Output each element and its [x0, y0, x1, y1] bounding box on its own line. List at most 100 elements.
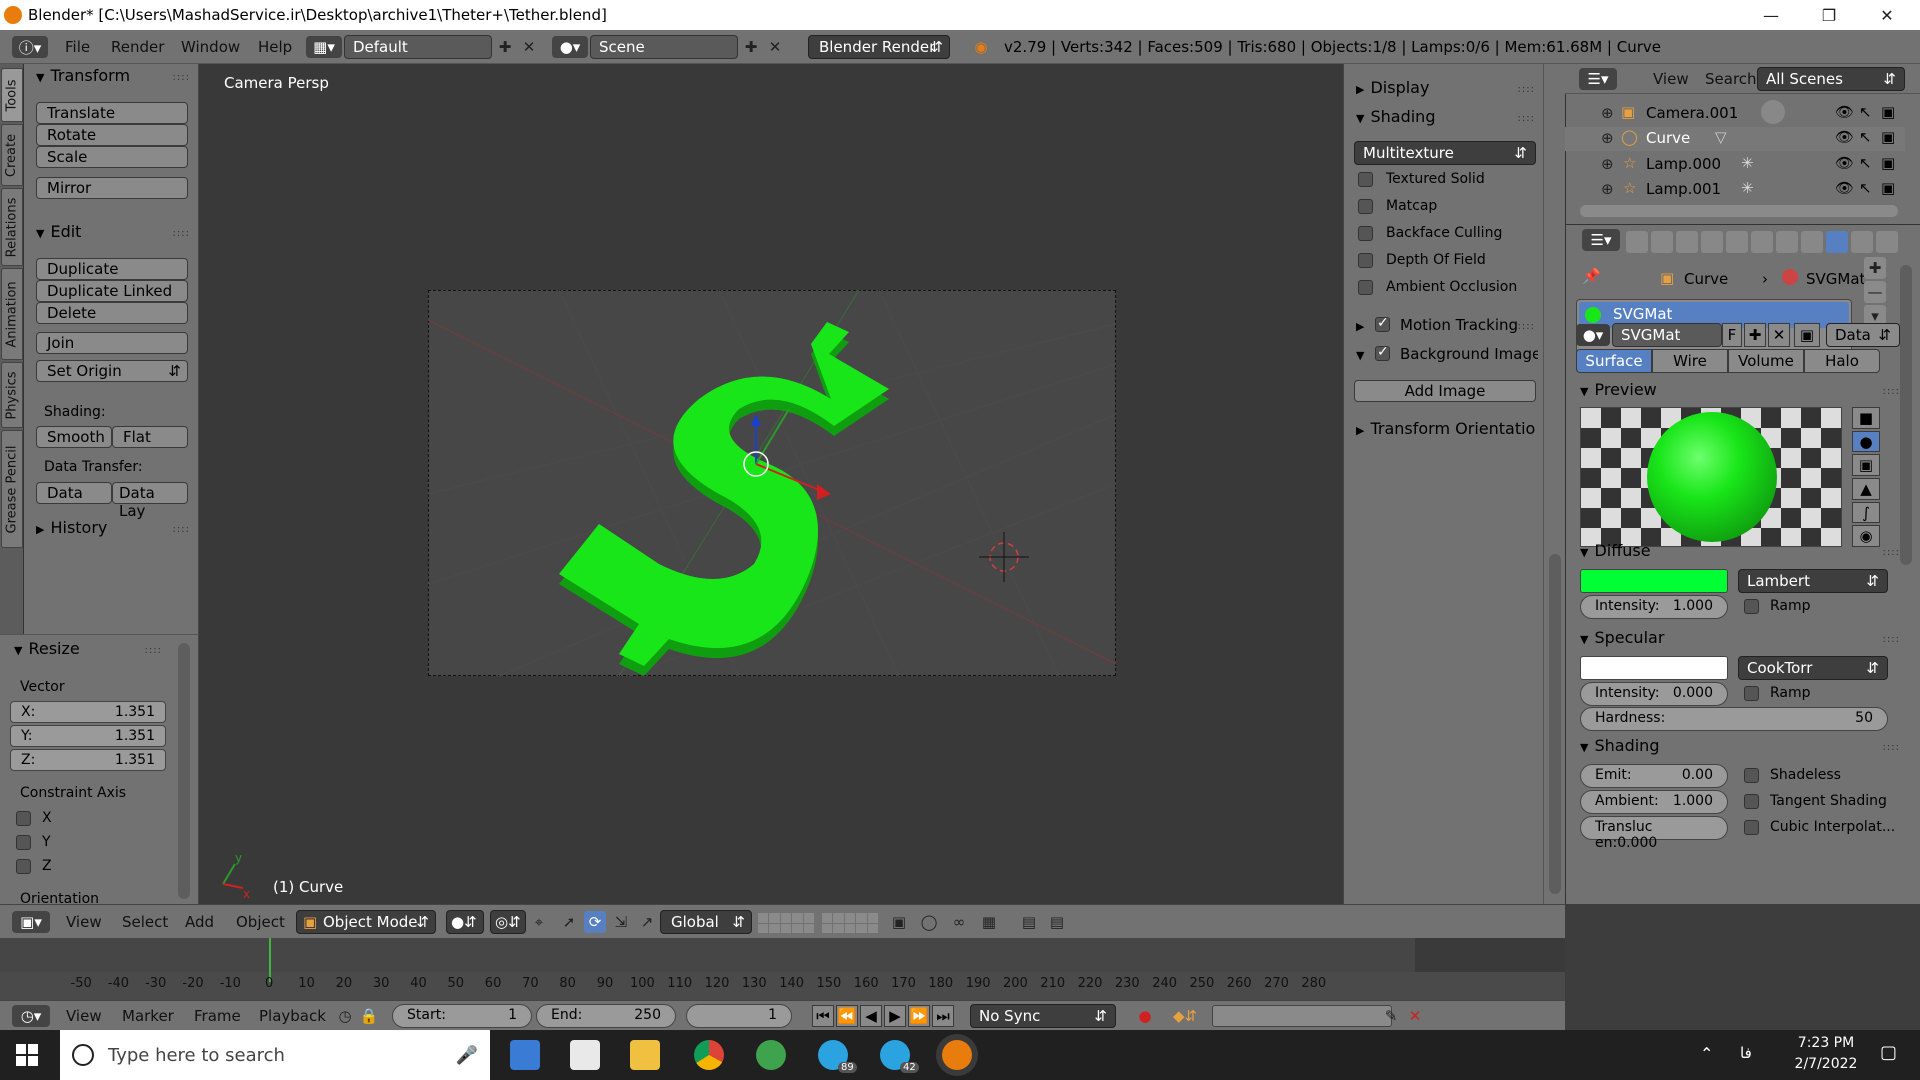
ambient-occlusion-checkbox[interactable]	[1358, 280, 1373, 295]
transform-orientations-header[interactable]: ▶ Transform Orientations	[1356, 419, 1536, 438]
preview-range-icon[interactable]: ◷	[334, 1005, 356, 1027]
minimize-button[interactable]: —	[1742, 0, 1800, 30]
properties-scrollbar[interactable]	[1900, 265, 1912, 565]
ambient-field[interactable]: Ambient: 1.000	[1580, 790, 1728, 814]
set-origin-dropdown[interactable]: Set Origin ⇵	[36, 360, 188, 382]
remove-layout-icon[interactable]: ✕	[518, 36, 540, 58]
modifiers-tab-icon[interactable]	[1776, 231, 1798, 253]
constraint-z-checkbox[interactable]	[16, 859, 31, 874]
windows-start-icon[interactable]	[16, 1044, 38, 1066]
material-link-dropdown[interactable]: Data ⇵	[1826, 323, 1900, 347]
tab-relations[interactable]: Relations	[1, 188, 23, 266]
eye-icon[interactable]: 👁	[1835, 179, 1854, 197]
outliner-editor-icon[interactable]: ☰▾	[1579, 68, 1617, 90]
menu-render[interactable]: Render	[111, 38, 164, 56]
timeline-track[interactable]	[0, 938, 1565, 972]
preview-sky-icon[interactable]: ◉	[1852, 525, 1880, 548]
drag-handle-icon[interactable]: ::::	[173, 524, 190, 535]
viewport-menu-add[interactable]: Add	[185, 913, 214, 931]
drag-handle-icon[interactable]: ::::	[173, 228, 190, 239]
scale-manipulator-icon[interactable]: ⇲	[610, 911, 632, 933]
material-tab-icon[interactable]	[1826, 231, 1848, 253]
tab-volume[interactable]: Volume	[1728, 349, 1804, 373]
close-button[interactable]: ✕	[1858, 0, 1916, 30]
texture-tab-icon[interactable]	[1851, 231, 1873, 253]
outliner-scrollbar[interactable]	[1580, 205, 1898, 217]
mirror-button[interactable]: Mirror	[36, 177, 188, 199]
cursor-select-icon[interactable]: ↖	[1859, 103, 1872, 121]
background-images-header[interactable]: ▼	[1356, 344, 1370, 363]
copy-material-icon[interactable]: ▣	[1794, 323, 1820, 347]
record-icon[interactable]: ●	[1134, 1005, 1156, 1027]
duplicate-linked-button[interactable]: Duplicate Linked	[36, 280, 188, 302]
timeline-editor-icon[interactable]: ◷▾	[12, 1005, 50, 1027]
diffuse-panel-header[interactable]: ▼ Diffuse	[1580, 541, 1651, 560]
3d-viewport[interactable]: Camera Persp x y (1) Curve	[199, 64, 1343, 904]
particles-tab-icon[interactable]	[1876, 231, 1898, 253]
render-icon[interactable]: ▣	[1881, 128, 1895, 146]
expand-plus-icon[interactable]: ⊕	[1601, 180, 1614, 198]
timeline-menu-playback[interactable]: Playback	[259, 1007, 326, 1025]
preview-monkey-icon[interactable]: ▲	[1852, 478, 1880, 500]
sync-mode-dropdown[interactable]: No Sync ⇵	[970, 1004, 1116, 1028]
menu-file[interactable]: File	[65, 38, 90, 56]
scale-button[interactable]: Scale	[36, 146, 188, 168]
layer-buttons-left[interactable]	[758, 913, 814, 933]
vector-x-field[interactable]: X: 1.351	[10, 701, 166, 723]
viewport-menu-view[interactable]: View	[66, 913, 102, 931]
manipulator-toggle-icon[interactable]: ⌖	[528, 911, 550, 933]
render-layers-tab-icon[interactable]	[1651, 231, 1673, 253]
task-view-icon[interactable]	[510, 1040, 540, 1070]
tab-create[interactable]: Create	[1, 124, 23, 186]
jump-start-icon[interactable]: ⏮	[812, 1005, 834, 1027]
material-name-field[interactable]: SVGMat	[1612, 323, 1722, 347]
transform-orientation-dropdown[interactable]: Global ⇵	[660, 910, 752, 934]
tangent-shading-checkbox[interactable]	[1744, 794, 1759, 809]
tab-physics[interactable]: Physics	[1, 362, 23, 428]
keying-set-icon[interactable]: ◆⇵	[1168, 1005, 1202, 1027]
opengl-render-icon[interactable]: ▤	[1018, 911, 1040, 933]
rotate-manipulator-icon[interactable]: ⟳	[584, 911, 606, 933]
rotate-button[interactable]: Rotate	[36, 124, 188, 146]
render-engine-dropdown[interactable]: Blender Render ⇵	[808, 35, 950, 59]
preview-plane-icon[interactable]: ■	[1852, 407, 1880, 429]
specular-intensity-field[interactable]: Intensity: 0.000	[1580, 682, 1728, 706]
expand-plus-icon[interactable]: ⊕	[1601, 104, 1614, 122]
add-slot-icon[interactable]: ✚	[1864, 257, 1886, 279]
screen-layout-icon[interactable]: ▦▾	[306, 36, 342, 58]
render-animation-icon[interactable]: ▤	[1046, 911, 1068, 933]
3d-cursor-icon[interactable]	[979, 532, 1029, 582]
end-frame-field[interactable]: End: 250	[536, 1004, 676, 1028]
eye-icon[interactable]: 👁	[1835, 128, 1854, 146]
outliner-row[interactable]: ⊕ ◯ Curve ▽ 👁 ↖ ▣	[1565, 127, 1905, 151]
matcap-checkbox[interactable]	[1358, 199, 1373, 214]
data-layout-button[interactable]: Data Lay	[112, 482, 188, 520]
lock-layers-icon[interactable]: ▣	[888, 911, 910, 933]
tab-tools[interactable]: Tools	[1, 68, 23, 122]
transform-panel-header[interactable]: ▼ Transform	[36, 66, 130, 85]
input-language[interactable]: فا	[1740, 1044, 1752, 1062]
jump-end-icon[interactable]: ⏭	[932, 1005, 954, 1027]
preview-panel-header[interactable]: ▼ Preview	[1580, 380, 1657, 399]
tab-grease-pencil[interactable]: Grease Pencil	[1, 430, 23, 548]
display-panel-header[interactable]: ▶ Display	[1356, 78, 1429, 97]
outliner-scene-dropdown[interactable]: All Scenes ⇵	[1757, 67, 1905, 91]
drag-handle-icon[interactable]: ::::	[1518, 113, 1535, 124]
motion-tracking-checkbox[interactable]	[1375, 315, 1390, 332]
drag-handle-icon[interactable]: ::::	[173, 72, 190, 83]
tab-surface[interactable]: Surface	[1576, 349, 1652, 373]
data-transfer-button[interactable]: Data	[36, 482, 112, 504]
file-explorer-icon[interactable]	[630, 1040, 660, 1070]
add-scene-icon[interactable]: ✚	[740, 36, 762, 58]
cursor-select-icon[interactable]: ↖	[1859, 128, 1872, 146]
add-image-button[interactable]: Add Image	[1354, 380, 1536, 402]
specular-ramp-checkbox[interactable]	[1744, 686, 1759, 701]
object-mode-dropdown[interactable]: ▣ Object Mode ⇵	[296, 910, 436, 934]
edit-panel-header[interactable]: ▼ Edit	[36, 222, 81, 241]
diffuse-shader-dropdown[interactable]: Lambert ⇵	[1738, 569, 1888, 593]
microphone-icon[interactable]: 🎤	[456, 1045, 478, 1066]
expand-plus-icon[interactable]: ⊕	[1601, 129, 1614, 147]
dollar-sign-object[interactable]	[559, 322, 889, 676]
outliner-row[interactable]: ⊕ ☆ Lamp.001 ✳ 👁 ↖ ▣	[1565, 178, 1905, 202]
hardness-field[interactable]: Hardness: 50	[1580, 707, 1888, 731]
